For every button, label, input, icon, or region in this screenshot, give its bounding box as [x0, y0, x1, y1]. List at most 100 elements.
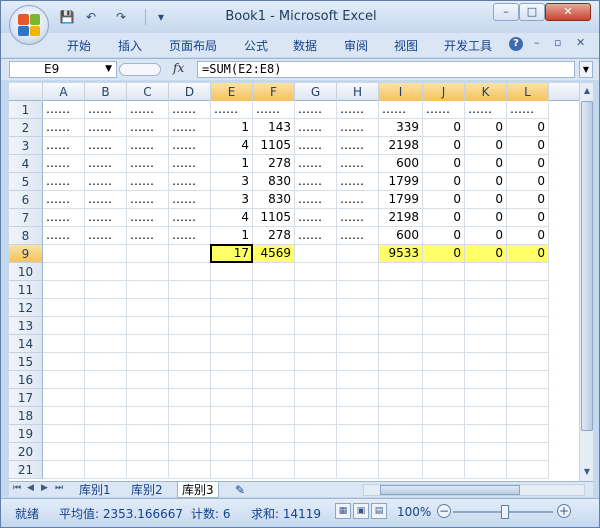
cell-a15[interactable]	[43, 353, 85, 371]
tab-formulas[interactable]: 公式	[244, 37, 268, 54]
cell-f17[interactable]	[253, 389, 295, 407]
cell-a11[interactable]	[43, 281, 85, 299]
cell-k8[interactable]: 0	[465, 227, 507, 245]
cell-d8[interactable]: ……	[169, 227, 211, 245]
cell-l20[interactable]	[507, 443, 549, 461]
cell-a1[interactable]: ……	[43, 101, 85, 119]
insert-function-icon[interactable]: fx	[173, 61, 184, 75]
vertical-scrollbar[interactable]: ▲ ▼	[579, 83, 593, 481]
chevron-down-icon[interactable]: ▼	[105, 62, 112, 77]
cell-i1[interactable]: ……	[379, 101, 423, 119]
cell-k13[interactable]	[465, 317, 507, 335]
cell-b20[interactable]	[85, 443, 127, 461]
cell-d6[interactable]: ……	[169, 191, 211, 209]
cell-j16[interactable]	[423, 371, 465, 389]
cell-b19[interactable]	[85, 425, 127, 443]
cell-e19[interactable]	[211, 425, 253, 443]
cell-h20[interactable]	[337, 443, 379, 461]
cell-c19[interactable]	[127, 425, 169, 443]
minimize-button[interactable]: –	[493, 3, 519, 21]
cell-k11[interactable]	[465, 281, 507, 299]
cell-d4[interactable]: ……	[169, 155, 211, 173]
cell-e15[interactable]	[211, 353, 253, 371]
cell-e14[interactable]	[211, 335, 253, 353]
cell-k10[interactable]	[465, 263, 507, 281]
row-header-17[interactable]: 17	[9, 389, 43, 407]
cell-g3[interactable]: ……	[295, 137, 337, 155]
row-header-14[interactable]: 14	[9, 335, 43, 353]
cell-i14[interactable]	[379, 335, 423, 353]
cell-e20[interactable]	[211, 443, 253, 461]
cell-i9[interactable]: 9533	[379, 245, 423, 263]
zoom-out-button[interactable]: −	[437, 504, 451, 518]
help-icon[interactable]: ?	[509, 37, 523, 51]
cell-a19[interactable]	[43, 425, 85, 443]
cell-b18[interactable]	[85, 407, 127, 425]
cell-k2[interactable]: 0	[465, 119, 507, 137]
zoom-slider-knob[interactable]	[501, 505, 509, 519]
cell-l8[interactable]: 0	[507, 227, 549, 245]
cell-c21[interactable]	[127, 461, 169, 479]
cell-e17[interactable]	[211, 389, 253, 407]
cell-a9[interactable]	[43, 245, 85, 263]
cell-d19[interactable]	[169, 425, 211, 443]
cell-e4[interactable]: 1	[211, 155, 253, 173]
cell-a20[interactable]	[43, 443, 85, 461]
cell-c11[interactable]	[127, 281, 169, 299]
cell-l18[interactable]	[507, 407, 549, 425]
cell-c1[interactable]: ……	[127, 101, 169, 119]
cell-g6[interactable]: ……	[295, 191, 337, 209]
cell-d5[interactable]: ……	[169, 173, 211, 191]
cell-b15[interactable]	[85, 353, 127, 371]
cell-f21[interactable]	[253, 461, 295, 479]
prev-sheet-icon[interactable]: ◀	[27, 483, 34, 493]
cell-b8[interactable]: ……	[85, 227, 127, 245]
cell-i3[interactable]: 2198	[379, 137, 423, 155]
cell-g7[interactable]: ……	[295, 209, 337, 227]
cell-j12[interactable]	[423, 299, 465, 317]
row-header-5[interactable]: 5	[9, 173, 43, 191]
cell-f16[interactable]	[253, 371, 295, 389]
cell-e1[interactable]: ……	[211, 101, 253, 119]
sheet-tab-2[interactable]: 库别2	[127, 482, 167, 498]
zoom-level[interactable]: 100%	[397, 505, 431, 519]
cell-j2[interactable]: 0	[423, 119, 465, 137]
cell-i6[interactable]: 1799	[379, 191, 423, 209]
cell-d12[interactable]	[169, 299, 211, 317]
workbook-close-icon[interactable]: ✕	[576, 36, 585, 49]
cell-j7[interactable]: 0	[423, 209, 465, 227]
cell-h15[interactable]	[337, 353, 379, 371]
cell-a18[interactable]	[43, 407, 85, 425]
cell-k15[interactable]	[465, 353, 507, 371]
cell-e11[interactable]	[211, 281, 253, 299]
cell-h13[interactable]	[337, 317, 379, 335]
page-break-view-icon[interactable]: ▤	[371, 503, 387, 519]
cell-b12[interactable]	[85, 299, 127, 317]
cell-j13[interactable]	[423, 317, 465, 335]
cell-i7[interactable]: 2198	[379, 209, 423, 227]
row-header-9[interactable]: 9	[9, 245, 43, 263]
cell-b6[interactable]: ……	[85, 191, 127, 209]
workbook-restore-icon[interactable]: ▫	[554, 36, 561, 49]
cell-l19[interactable]	[507, 425, 549, 443]
cell-j4[interactable]: 0	[423, 155, 465, 173]
cell-f6[interactable]: 830	[253, 191, 295, 209]
cell-f4[interactable]: 278	[253, 155, 295, 173]
column-header-d[interactable]: D	[169, 83, 211, 101]
cell-h2[interactable]: ……	[337, 119, 379, 137]
cell-a3[interactable]: ……	[43, 137, 85, 155]
row-header-11[interactable]: 11	[9, 281, 43, 299]
cell-a7[interactable]: ……	[43, 209, 85, 227]
vertical-scroll-thumb[interactable]	[581, 101, 593, 431]
column-header-a[interactable]: A	[43, 83, 85, 101]
column-header-h[interactable]: H	[337, 83, 379, 101]
cell-b4[interactable]: ……	[85, 155, 127, 173]
column-header-j[interactable]: J	[423, 83, 465, 101]
cell-k6[interactable]: 0	[465, 191, 507, 209]
cell-k18[interactable]	[465, 407, 507, 425]
cell-d2[interactable]: ……	[169, 119, 211, 137]
cell-l11[interactable]	[507, 281, 549, 299]
cell-b5[interactable]: ……	[85, 173, 127, 191]
cell-j11[interactable]	[423, 281, 465, 299]
cell-g9[interactable]	[295, 245, 337, 263]
